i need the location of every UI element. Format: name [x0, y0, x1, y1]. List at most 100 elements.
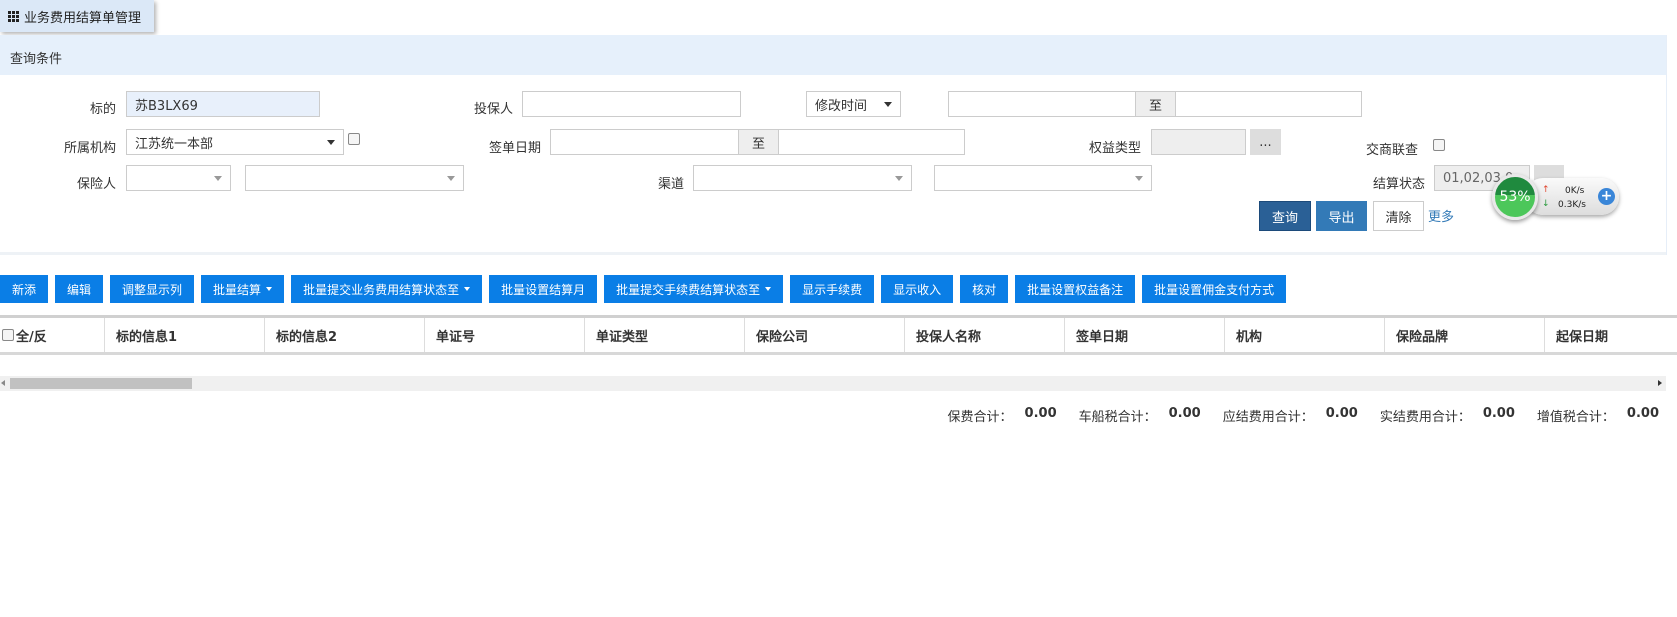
- toolbar-button-label: 批量设置结算月: [501, 282, 586, 297]
- org-value: 江苏统一本部: [135, 136, 214, 152]
- channel-sub-select[interactable]: [934, 165, 1152, 191]
- page-title-tab[interactable]: 业务费用结算单管理: [0, 0, 154, 32]
- column-header[interactable]: 起保日期: [1545, 318, 1677, 352]
- time-from-input[interactable]: [948, 91, 1136, 117]
- column-header-label: 保险公司: [756, 329, 809, 345]
- total-label: 实结费用合计：: [1379, 410, 1471, 425]
- sign-date-to-input[interactable]: [778, 129, 965, 155]
- total-label: 应结费用合计：: [1222, 410, 1314, 425]
- upload-speed: 0K/s: [1565, 186, 1585, 196]
- caret-down-icon: [884, 101, 892, 107]
- caret-down-icon: [464, 287, 471, 291]
- table-header: 全/反 标的信息1 标的信息2 单证号 单证类型 保险公司 投保人名称 签单日期 机构 保险品牌 起…: [0, 315, 1677, 355]
- column-header-label: 保险品牌: [1396, 329, 1449, 345]
- divider: [0, 252, 1666, 255]
- toolbar-button-label: 新添: [12, 282, 37, 297]
- toolbar-button[interactable]: 编辑: [55, 275, 104, 303]
- toolbar-button-label: 显示收入: [893, 282, 942, 297]
- scrollbar-thumb[interactable]: [10, 378, 192, 389]
- toolbar-button[interactable]: 批量设置佣金支付方式: [1142, 275, 1287, 303]
- applicant-label: 投保人: [473, 102, 513, 117]
- toolbar-button[interactable]: 批量结算: [201, 275, 285, 303]
- toolbar-button[interactable]: 批量设置权益备注: [1015, 275, 1136, 303]
- scroll-left-icon[interactable]: [1, 380, 5, 386]
- column-header-label: 标的信息1: [116, 329, 178, 345]
- column-header[interactable]: 机构: [1225, 318, 1385, 352]
- sign-date-label: 签单日期: [488, 141, 541, 156]
- query-button[interactable]: 查询: [1259, 201, 1311, 231]
- clear-button[interactable]: 清除: [1373, 201, 1424, 231]
- caret-down-icon: [1135, 175, 1143, 181]
- column-header[interactable]: 签单日期: [1065, 318, 1225, 352]
- toolbar-button[interactable]: 显示收入: [881, 275, 954, 303]
- cross-query-label: 交商联查: [1365, 143, 1418, 158]
- time-to-input[interactable]: [1175, 91, 1362, 117]
- memory-percent-badge[interactable]: 53%: [1492, 174, 1538, 220]
- download-arrow-icon: ↓: [1542, 199, 1550, 209]
- toolbar-button-label: 批量设置权益备注: [1027, 282, 1124, 297]
- column-header-label: 起保日期: [1556, 329, 1609, 345]
- more-link[interactable]: 更多: [1428, 206, 1454, 225]
- horizontal-scrollbar[interactable]: [0, 376, 1666, 391]
- column-header-label: 单证号: [436, 329, 476, 345]
- channel-label: 渠道: [657, 177, 684, 192]
- totals-bar: 保费合计： 0.00 车船税合计： 0.00 应结费用合计： 0.00 实结费用合计： 0.0…: [948, 406, 1659, 425]
- toolbar-button[interactable]: 批量提交业务费用结算状态至: [291, 275, 483, 303]
- equity-picker-button[interactable]: ...: [1250, 129, 1281, 155]
- column-header[interactable]: 投保人名称: [905, 318, 1065, 352]
- equity-input[interactable]: [1151, 129, 1246, 155]
- total-label: 保费合计：: [947, 410, 1013, 425]
- scroll-right-icon[interactable]: [1658, 380, 1662, 386]
- sign-date-from-input[interactable]: [550, 129, 739, 155]
- toolbar-button[interactable]: 批量设置结算月: [489, 275, 598, 303]
- column-header-label: 全/反: [16, 329, 47, 345]
- column-header[interactable]: 标的信息2: [265, 318, 425, 352]
- caret-down-icon: [765, 287, 772, 291]
- channel-select[interactable]: [693, 165, 912, 191]
- toolbar-button[interactable]: 核对: [960, 275, 1009, 303]
- time-type-select[interactable]: 修改时间: [806, 91, 901, 117]
- grid-icon: [8, 10, 19, 22]
- column-header[interactable]: 单证号: [425, 318, 585, 352]
- toolbar-button-label: 批量设置佣金支付方式: [1154, 282, 1275, 297]
- column-header-label: 签单日期: [1076, 329, 1129, 345]
- column-header[interactable]: 单证类型: [585, 318, 745, 352]
- caret-down-icon: [895, 175, 903, 181]
- subject-label: 标的: [89, 102, 116, 117]
- insurer-select[interactable]: [126, 165, 231, 191]
- total-value: 0.00: [1325, 406, 1358, 421]
- select-all-checkbox[interactable]: [2, 329, 14, 341]
- equity-label: 权益类型: [1088, 141, 1141, 156]
- download-speed: 0.3K/s: [1558, 200, 1586, 210]
- column-header[interactable]: 保险品牌: [1385, 318, 1545, 352]
- panel-border: [1666, 35, 1667, 255]
- applicant-input[interactable]: [522, 91, 741, 117]
- network-speed-widget[interactable]: ↑ 0K/s ↓ 0.3K/s +: [1525, 178, 1619, 215]
- range-to-label: 至: [738, 129, 779, 155]
- toolbar-button[interactable]: 显示手续费: [790, 275, 875, 303]
- plus-icon[interactable]: +: [1598, 188, 1615, 205]
- caret-down-icon: [214, 175, 222, 181]
- column-header-label: 标的信息2: [276, 329, 338, 345]
- upload-arrow-icon: ↑: [1542, 185, 1550, 195]
- total-label: 车船税合计：: [1078, 410, 1157, 425]
- org-checkbox[interactable]: [348, 133, 360, 145]
- org-select[interactable]: 江苏统一本部: [126, 129, 344, 155]
- subject-input[interactable]: 苏B3LX69: [126, 91, 320, 117]
- column-header[interactable]: 全/反: [0, 318, 105, 352]
- column-header-label: 投保人名称: [916, 329, 982, 345]
- toolbar-button[interactable]: 调整显示列: [110, 275, 195, 303]
- toolbar-button[interactable]: 批量提交手续费结算状态至: [604, 275, 784, 303]
- total-value: 0.00: [1168, 406, 1201, 421]
- range-to-label: 至: [1135, 91, 1176, 117]
- total-value: 0.00: [1024, 406, 1057, 421]
- column-header[interactable]: 标的信息1: [105, 318, 265, 352]
- export-button[interactable]: 导出: [1316, 201, 1367, 231]
- toolbar-button[interactable]: 新添: [0, 275, 49, 303]
- caret-down-icon: [266, 287, 273, 291]
- insurer-sub-select[interactable]: [245, 165, 464, 191]
- column-header[interactable]: 保险公司: [745, 318, 905, 352]
- insurer-label: 保险人: [76, 177, 116, 192]
- page-title: 业务费用结算单管理: [24, 10, 142, 26]
- cross-query-checkbox[interactable]: [1433, 139, 1445, 151]
